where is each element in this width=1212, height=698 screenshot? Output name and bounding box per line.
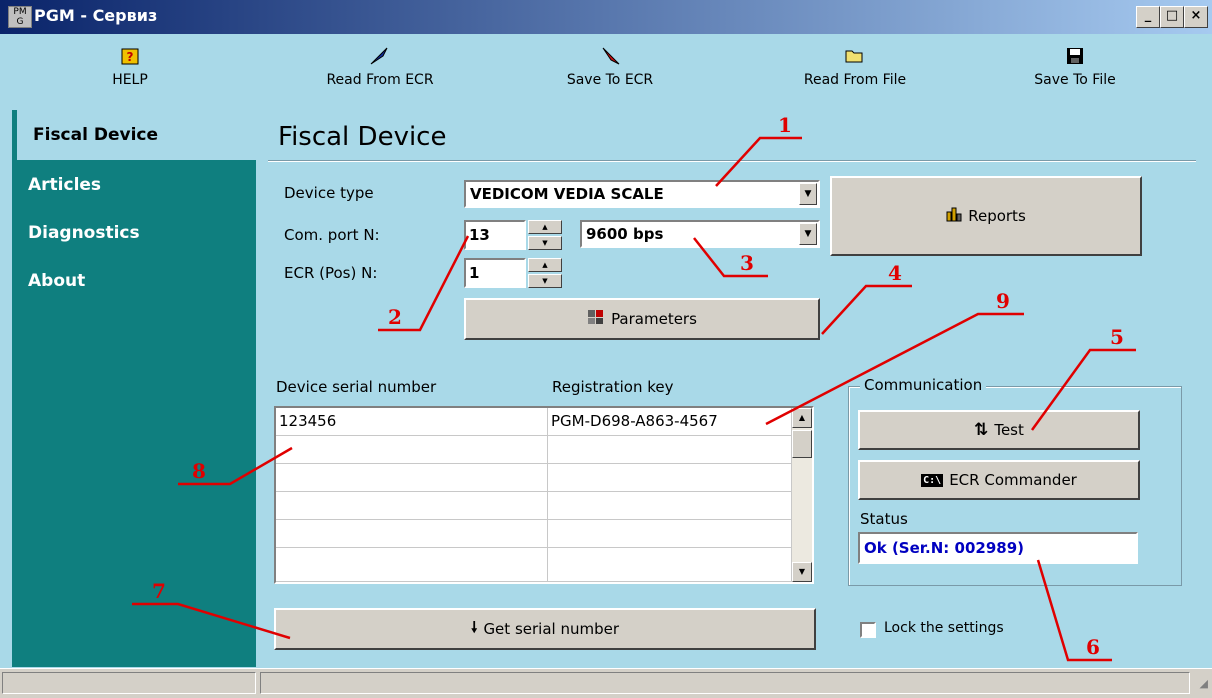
annotation-number: 2	[388, 305, 402, 329]
annotation-number: 9	[996, 289, 1010, 313]
annotation-number: 8	[192, 459, 206, 483]
annotation-overlay: 1 2 3 4 5 6 7 8 9	[132, 113, 1136, 662]
annotation-number: 6	[1086, 635, 1100, 659]
annotation-number: 3	[740, 251, 754, 275]
annotation-number: 4	[888, 261, 902, 285]
annotation-number: 1	[778, 113, 792, 137]
annotation-number: 5	[1110, 325, 1124, 349]
annotation-number: 7	[152, 579, 166, 603]
